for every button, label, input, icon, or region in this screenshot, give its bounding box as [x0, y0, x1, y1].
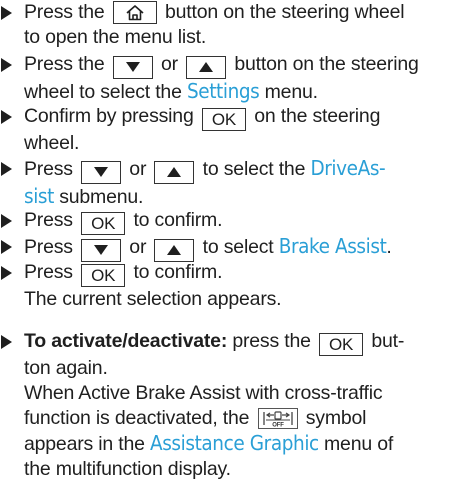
step-text: on the steering	[249, 105, 381, 127]
menu-name: Brake Assist	[278, 234, 387, 258]
home-icon	[112, 1, 157, 24]
down-triangle-icon	[112, 55, 153, 79]
step-text: to confirm.	[128, 261, 223, 283]
step-3: Confirm by pressing OK on the steering wh…	[0, 104, 463, 156]
step-text: Press the	[24, 53, 110, 75]
step-7: Press OK to confirm. The current selectio…	[0, 260, 463, 312]
step-text: to select the	[197, 158, 311, 180]
step-8: To activate/deactivate: press the OK but…	[0, 329, 463, 482]
step-text: submenu.	[53, 185, 144, 208]
step-text: Press	[24, 236, 79, 258]
step-text: button on the steering	[229, 53, 419, 75]
bullet-arrow-icon	[1, 58, 12, 72]
up-triangle-icon	[154, 238, 195, 262]
bullet-arrow-icon	[1, 266, 12, 280]
step-text: Confirm by pressing	[24, 105, 199, 127]
up-triangle-icon	[154, 160, 195, 184]
step-text: or	[124, 236, 152, 258]
step-text: button on the steering wheel	[159, 1, 405, 23]
step-text: to open the menu list.	[24, 26, 207, 48]
step-text: When Active Brake Assist with cross-traf…	[24, 382, 383, 404]
step-line: appears in the Assistance Graphic menu o…	[24, 431, 463, 457]
step-line: When Active Brake Assist with cross-traf…	[24, 381, 463, 406]
bullet-arrow-icon	[1, 240, 12, 254]
step-text: to select	[197, 236, 279, 258]
step-line: Confirm by pressing OK on the steering	[24, 104, 463, 131]
step-label: To activate/deactivate:	[24, 330, 228, 352]
step-text: function is deactivated, the	[24, 407, 255, 429]
down-triangle-icon	[81, 160, 122, 184]
up-triangle-icon	[186, 55, 227, 79]
step-text: Press	[24, 158, 79, 180]
step-line: to open the menu list.	[24, 25, 463, 50]
menu-name: Assistance Graphic	[150, 431, 319, 455]
bullet-arrow-icon	[1, 335, 12, 349]
step-line: The current selection appears.	[24, 287, 463, 312]
step-1: Press the button on the steering wheel to…	[0, 0, 463, 50]
step-line: ton again.	[24, 356, 463, 381]
instruction-list: Press the button on the steering wheel to…	[0, 0, 463, 501]
step-4: Press or to select the DriveAs-sist subm…	[0, 156, 463, 210]
step-line: wheel.	[24, 131, 463, 156]
step-text: or	[155, 53, 184, 75]
step-text: menu.	[259, 80, 318, 103]
step-text: the multifunction display.	[24, 458, 231, 480]
cross-traffic-off-icon: OFF	[257, 408, 298, 429]
step-line: Press or to select Brake Assist.	[24, 234, 463, 262]
step-text: or	[124, 158, 152, 180]
ok-button-icon: OK	[81, 264, 126, 287]
bullet-arrow-icon	[1, 162, 12, 176]
step-text: Press the	[24, 1, 110, 23]
step-text: appears in the	[24, 433, 151, 455]
menu-name: Settings	[186, 78, 260, 103]
step-text: menu of	[318, 433, 394, 455]
ok-button-icon: OK	[201, 108, 246, 131]
step-line: function is deactivated, the OFF symbol	[24, 406, 463, 431]
step-text: The current selection appears.	[24, 288, 282, 310]
step-line: the multifunction display.	[24, 457, 463, 482]
bullet-arrow-icon	[1, 110, 12, 124]
step-text: wheel.	[24, 132, 80, 154]
down-triangle-icon	[81, 238, 122, 262]
step-line: Press the or button on the steering	[24, 52, 463, 79]
step-text: ton again.	[24, 357, 108, 379]
ok-button-icon: OK	[81, 212, 126, 235]
step-text: press the	[227, 330, 316, 352]
step-line: sist submenu.	[24, 184, 463, 210]
step-text: Press	[24, 261, 79, 283]
step-text: Press	[24, 209, 79, 231]
menu-name: sist	[24, 183, 54, 208]
off-label: OFF	[272, 422, 284, 427]
step-2: Press the or button on the steering wheel…	[0, 52, 463, 105]
step-line: To activate/deactivate: press the OK but…	[24, 329, 463, 356]
ok-button-icon: OK	[318, 333, 364, 356]
step-line: Press OK to confirm.	[24, 260, 463, 287]
step-line: Press the button on the steering wheel	[24, 0, 463, 25]
step-text: wheel to select the	[24, 80, 187, 103]
step-text: symbol	[300, 407, 367, 429]
step-line: Press or to select the DriveAs-	[24, 156, 463, 184]
step-line: wheel to select the Settings menu.	[24, 79, 463, 105]
step-text: to confirm.	[128, 209, 223, 231]
step-text: but-	[366, 330, 405, 352]
step-line: Press OK to confirm.	[24, 208, 463, 235]
step-text: .	[386, 236, 392, 258]
step-5: Press OK to confirm.	[0, 208, 463, 235]
bullet-arrow-icon	[1, 214, 12, 228]
bullet-arrow-icon	[1, 6, 12, 20]
menu-name: DriveAs-	[310, 156, 386, 180]
step-6: Press or to select Brake Assist.	[0, 234, 463, 262]
